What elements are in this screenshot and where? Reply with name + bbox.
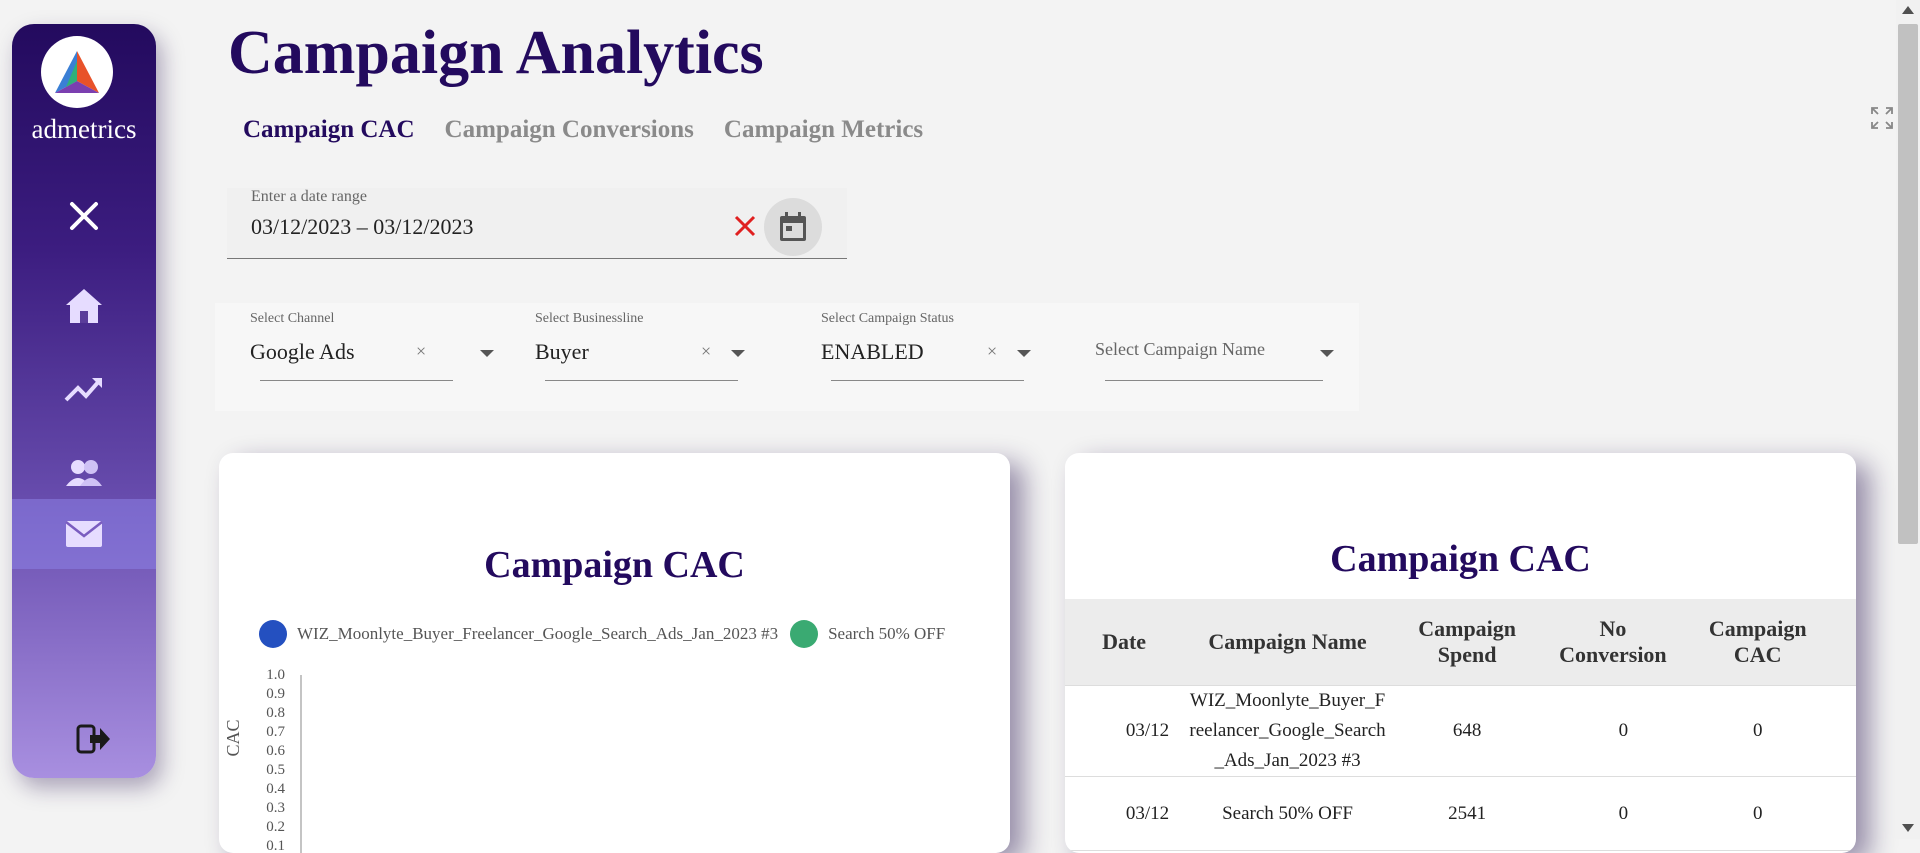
campaign-status-select-label: Select Campaign Status (821, 311, 954, 326)
column-header-date[interactable]: Date (1065, 599, 1184, 686)
channel-dropdown-arrow[interactable] (480, 350, 494, 357)
page-title: Campaign Analytics (228, 19, 764, 87)
campaign-name-dropdown-arrow[interactable] (1320, 350, 1334, 357)
column-header-no-conversion[interactable]: No Conversion (1542, 599, 1684, 686)
businessline-clear-button[interactable]: × (701, 341, 711, 362)
sidebar-item-users[interactable] (12, 438, 156, 508)
businessline-select-value[interactable]: Buyer (535, 339, 589, 365)
page-scrollbar-thumb[interactable] (1898, 24, 1918, 544)
clear-x-icon (734, 215, 756, 237)
sidebar: admetrics (12, 24, 156, 778)
channel-clear-button[interactable]: × (416, 341, 426, 362)
channel-select-value[interactable]: Google Ads (250, 339, 355, 365)
y-tick-label: 0.3 (266, 800, 285, 816)
channel-underline (260, 380, 453, 381)
logout-button[interactable] (42, 704, 146, 774)
y-tick-label: 0.5 (266, 762, 285, 778)
chart-title: Campaign CAC (484, 544, 745, 586)
chart-plot: CAC 1.0 0.9 0.8 0.7 0.6 0.5 0.4 0.3 0.2 0.1 (223, 667, 302, 853)
y-tick-label: 0.6 (266, 743, 285, 759)
trending-up-icon (64, 378, 102, 402)
logo-icon (55, 51, 99, 93)
brand-name: admetrics (31, 114, 137, 144)
column-header-campaign-name[interactable]: Campaign Name (1183, 599, 1392, 686)
campaign-status-clear-button[interactable]: × (987, 341, 997, 362)
legend-label-series-2[interactable]: Search 50% OFF (828, 624, 945, 644)
close-icon (70, 202, 98, 230)
sidebar-close-button[interactable] (12, 181, 156, 251)
y-tick-label: 0.8 (266, 705, 285, 721)
tab-campaign-metrics[interactable]: Campaign Metrics (724, 116, 923, 144)
date-range-label: Enter a date range (251, 188, 367, 205)
cell-campaign-name: Search 50% OFF (1183, 776, 1392, 851)
businessline-underline (545, 380, 738, 381)
cell-campaign-cac: 0 (1683, 776, 1856, 851)
campaign-status-select-value[interactable]: ENABLED (821, 339, 924, 365)
date-clear-button[interactable] (733, 214, 757, 243)
y-tick-label: 0.2 (266, 819, 285, 835)
logout-icon (76, 724, 110, 754)
users-icon (66, 460, 102, 486)
channel-select-label: Select Channel (250, 311, 335, 326)
cac-table: Date Campaign Name Campaign Spend No Con… (1065, 599, 1856, 851)
scroll-up-arrow-icon[interactable] (1902, 6, 1914, 14)
mail-icon (65, 521, 103, 547)
cell-no-conversion: 0 (1542, 776, 1684, 851)
businessline-select[interactable]: Select Businessline Buyer × (535, 303, 765, 411)
sidebar-item-analytics[interactable] (12, 354, 156, 424)
column-header-campaign-spend[interactable]: Campaign Spend (1391, 599, 1543, 686)
tab-campaign-cac[interactable]: Campaign CAC (243, 116, 415, 144)
campaign-status-select[interactable]: Select Campaign Status ENABLED × (821, 303, 1051, 411)
calendar-button[interactable] (764, 198, 822, 256)
legend-label-series-1[interactable]: WIZ_Moonlyte_Buyer_Freelancer_Google_Sea… (297, 624, 778, 644)
tab-bar: Campaign CAC Campaign Conversions Campai… (243, 116, 923, 144)
table-title: Campaign CAC (1330, 538, 1591, 580)
campaign-name-placeholder[interactable]: Select Campaign Name (1095, 339, 1265, 360)
cell-campaign-name: WIZ_Moonlyte_Buyer_Freelancer_Google_Sea… (1183, 685, 1392, 777)
y-tick-label: 0.4 (266, 781, 285, 797)
sidebar-item-mail[interactable] (12, 499, 156, 569)
businessline-dropdown-arrow[interactable] (731, 350, 745, 357)
cell-campaign-spend: 648 (1391, 685, 1543, 777)
campaign-status-underline (831, 380, 1024, 381)
y-tick-label: 0.7 (266, 724, 285, 740)
column-header-campaign-cac[interactable]: Campaign CAC (1683, 599, 1856, 686)
fullscreen-icon (1871, 107, 1893, 129)
y-tick-label: 0.9 (266, 686, 285, 702)
home-icon (66, 289, 102, 323)
campaign-name-select[interactable]: Select Campaign Name (1095, 303, 1334, 411)
businessline-select-label: Select Businessline (535, 311, 644, 326)
y-tick-label: 0.1 (266, 838, 285, 853)
cell-no-conversion: 0 (1542, 685, 1684, 777)
channel-select[interactable]: Select Channel Google Ads × (250, 303, 494, 411)
table-row: 03/12 Search 50% OFF 2541 0 0 (1065, 776, 1856, 851)
scroll-down-arrow-icon[interactable] (1902, 824, 1914, 832)
table-header-row: Date Campaign Name Campaign Spend No Con… (1065, 599, 1856, 686)
table-card: Campaign CAC Date Campaign Name Campaign… (1065, 453, 1856, 853)
y-axis-label: CAC (223, 719, 243, 756)
table-row: 03/12 WIZ_Moonlyte_Buyer_Freelancer_Goog… (1065, 685, 1856, 777)
date-range-field[interactable]: Enter a date range 03/12/2023 – 03/12/20… (227, 188, 847, 259)
date-range-value[interactable]: 03/12/2023 – 03/12/2023 (251, 214, 473, 240)
sidebar-item-home[interactable] (12, 271, 156, 341)
campaign-status-dropdown-arrow[interactable] (1017, 350, 1031, 357)
tab-campaign-conversions[interactable]: Campaign Conversions (445, 116, 694, 144)
cell-campaign-cac: 0 (1683, 685, 1856, 777)
filter-bar: Select Channel Google Ads × Select Busin… (215, 303, 1359, 411)
cell-date: 03/12 (1065, 685, 1184, 777)
cell-campaign-spend: 2541 (1391, 776, 1543, 851)
cell-date: 03/12 (1065, 776, 1184, 851)
fullscreen-button[interactable] (1870, 106, 1894, 135)
y-tick-labels: 1.0 0.9 0.8 0.7 0.6 0.5 0.4 0.3 0.2 0.1 (266, 667, 285, 853)
logo (41, 36, 113, 108)
campaign-name-underline (1105, 380, 1323, 381)
chart-card: Campaign CAC WIZ_Moonlyte_Buyer_Freelanc… (219, 453, 1010, 853)
calendar-icon (780, 212, 806, 241)
y-tick-label: 1.0 (266, 667, 285, 683)
